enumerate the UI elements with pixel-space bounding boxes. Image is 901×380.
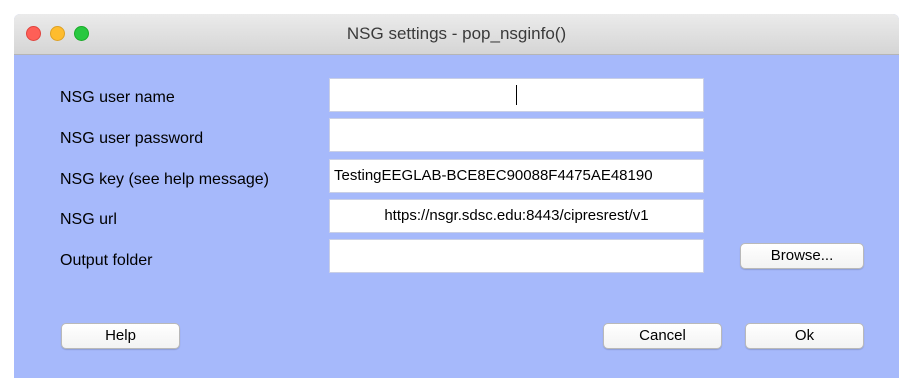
url-input[interactable]: https://nsgr.sdsc.edu:8443/cipresrest/v1 bbox=[329, 199, 704, 233]
user-password-input[interactable] bbox=[329, 118, 704, 152]
title-bar[interactable]: NSG settings - pop_nsginfo() bbox=[14, 14, 899, 55]
window-title: NSG settings - pop_nsginfo() bbox=[346, 24, 567, 43]
user-name-label: NSG user name bbox=[60, 89, 175, 106]
browse-button[interactable]: Browse... bbox=[740, 243, 864, 269]
text-caret bbox=[516, 85, 517, 105]
url-value: https://nsgr.sdsc.edu:8443/cipresrest/v1 bbox=[384, 207, 649, 224]
output-folder-label: Output folder bbox=[60, 252, 153, 269]
user-password-label: NSG user password bbox=[60, 130, 204, 147]
output-folder-input[interactable] bbox=[329, 239, 704, 273]
user-name-input[interactable] bbox=[329, 78, 704, 112]
key-label: NSG key (see help message) bbox=[60, 171, 269, 188]
key-input[interactable]: TestingEEGLAB-BCE8EC90088F4475AE48190 bbox=[329, 159, 704, 193]
key-value: TestingEEGLAB-BCE8EC90088F4475AE48190 bbox=[334, 167, 653, 184]
ok-button[interactable]: Ok bbox=[745, 323, 864, 349]
cancel-button[interactable]: Cancel bbox=[603, 323, 722, 349]
nsg-settings-dialog: NSG settings - pop_nsginfo() NSG user na… bbox=[14, 14, 899, 378]
url-label: NSG url bbox=[60, 211, 117, 228]
help-button[interactable]: Help bbox=[61, 323, 180, 349]
